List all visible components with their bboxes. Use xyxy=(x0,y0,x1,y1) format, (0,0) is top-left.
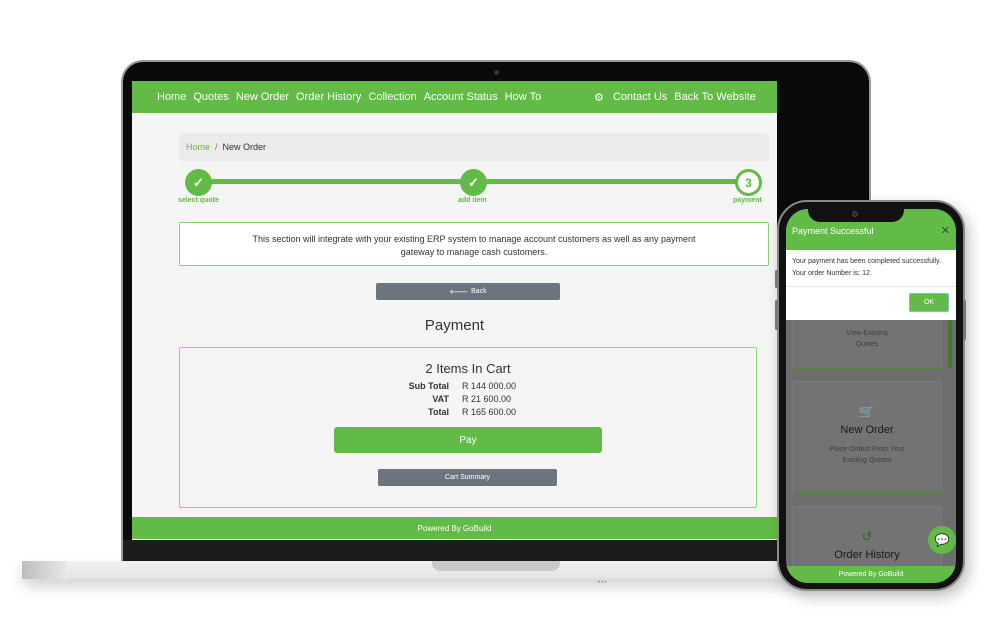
cart-plus-icon: 🛒 xyxy=(858,404,876,419)
arrow-left-icon: 🡐 xyxy=(449,289,469,296)
close-icon[interactable]: ✕ xyxy=(941,224,950,237)
step-number: 3 xyxy=(745,175,752,190)
ok-button[interactable]: OK xyxy=(909,293,949,312)
stepper-line-2 xyxy=(474,179,750,184)
pay-button[interactable]: Pay xyxy=(334,427,602,453)
navbar: Home Quotes New Order Order History Coll… xyxy=(132,81,777,113)
nav-how-to[interactable]: How To xyxy=(505,91,541,103)
back-button-label: Back xyxy=(471,288,487,295)
totals-label: VAT xyxy=(432,394,449,404)
card-title: Order History xyxy=(834,549,900,561)
card-title: New Order xyxy=(840,424,894,436)
laptop-screen: Home Quotes New Order Order History Coll… xyxy=(132,81,777,540)
payment-heading: Payment xyxy=(424,317,485,334)
card-description: Existing Quotes xyxy=(842,457,892,464)
totals-row-total: Total R 165 600.00 xyxy=(180,407,756,420)
totals-value: R 21 600.00 xyxy=(462,394,512,404)
totals-label: Total xyxy=(428,407,449,417)
nav-right-group: ⚙ Contact Us Back To Website xyxy=(594,81,763,113)
nav-home[interactable]: Home xyxy=(157,91,186,103)
modal-footer: OK xyxy=(786,287,956,320)
phone-screen: View Existing Quotes 🛒 New Order Place O… xyxy=(786,209,956,583)
phone-side-button xyxy=(775,300,778,330)
step-label-add-item: add item xyxy=(458,197,487,204)
erp-info-notice: This section will integrate with your ex… xyxy=(179,222,769,266)
laptop-base xyxy=(22,561,812,579)
modal-order-number: Your order Number is: 12. xyxy=(792,270,872,277)
phone-scrollbar[interactable] xyxy=(948,320,952,368)
chat-bubbles-icon[interactable]: 💬 xyxy=(928,526,956,554)
cart-items-count: 2 Items In Cart xyxy=(425,361,511,376)
nav-quotes[interactable]: Quotes xyxy=(193,91,228,103)
laptop-opening-notch xyxy=(432,561,560,571)
gears-icon[interactable]: ⚙ xyxy=(594,91,604,104)
cart-panel: 2 Items In Cart Sub Total R 144 000.00 V… xyxy=(179,347,757,508)
card-description: Place Orders From Your xyxy=(829,446,905,453)
step-label-payment: payment xyxy=(733,197,762,204)
step-add-item[interactable]: ✓ xyxy=(460,169,487,196)
phone-power-button xyxy=(963,300,966,340)
nav-collection[interactable]: Collection xyxy=(368,91,416,103)
totals-label: Sub Total xyxy=(408,381,449,391)
step-payment[interactable]: 3 xyxy=(735,169,762,196)
nav-account-status[interactable]: Account Status xyxy=(424,91,498,103)
nav-back-to-website[interactable]: Back To Website xyxy=(674,91,756,103)
laptop-footer: Powered By GoBuild xyxy=(132,517,777,539)
modal-body: Your payment has been completed successf… xyxy=(786,250,956,287)
nav-new-order[interactable]: New Order xyxy=(236,91,289,103)
card-description: View Existing xyxy=(846,330,888,337)
nav-contact-us[interactable]: Contact Us xyxy=(613,91,667,103)
modal-message: Your payment has been completed successf… xyxy=(792,258,942,265)
nav-order-history[interactable]: Order History xyxy=(296,91,361,103)
phone-footer: Powered By GoBuild xyxy=(786,566,956,583)
phone-side-button xyxy=(775,270,778,288)
breadcrumb-current: New Order xyxy=(222,142,267,152)
cart-totals: Sub Total R 144 000.00 VAT R 21 600.00 T… xyxy=(180,381,756,420)
totals-row-vat: VAT R 21 600.00 xyxy=(180,394,756,407)
breadcrumb-separator: / xyxy=(215,142,218,152)
totals-value: R 144 000.00 xyxy=(462,381,517,391)
laptop-base-dots: ••• xyxy=(598,580,608,586)
phone-card-view-quotes[interactable]: View Existing Quotes xyxy=(792,317,942,369)
totals-value: R 165 600.00 xyxy=(462,407,517,417)
breadcrumb-home[interactable]: Home xyxy=(186,142,210,152)
laptop-base-edge xyxy=(22,561,67,579)
step-label-select-quote: select quote xyxy=(178,197,219,204)
phone-card-new-order[interactable]: 🛒 New Order Place Orders From Your Exist… xyxy=(792,381,942,493)
check-icon: ✓ xyxy=(193,174,204,190)
history-icon: ↺ xyxy=(861,529,873,544)
phone-camera xyxy=(852,211,858,217)
totals-row-subtotal: Sub Total R 144 000.00 xyxy=(180,381,756,394)
stepper-line-1 xyxy=(198,179,478,184)
laptop-camera xyxy=(494,70,499,75)
step-select-quote[interactable]: ✓ xyxy=(185,169,212,196)
card-description: Quotes xyxy=(855,341,879,348)
cart-summary-button[interactable]: Cart Summary xyxy=(378,469,557,486)
check-icon: ✓ xyxy=(468,174,479,190)
laptop-chin xyxy=(123,540,870,562)
breadcrumb: Home / New Order xyxy=(179,133,769,161)
modal-title: Payment Successful xyxy=(792,226,874,236)
back-button[interactable]: 🡐 Back xyxy=(376,283,560,300)
